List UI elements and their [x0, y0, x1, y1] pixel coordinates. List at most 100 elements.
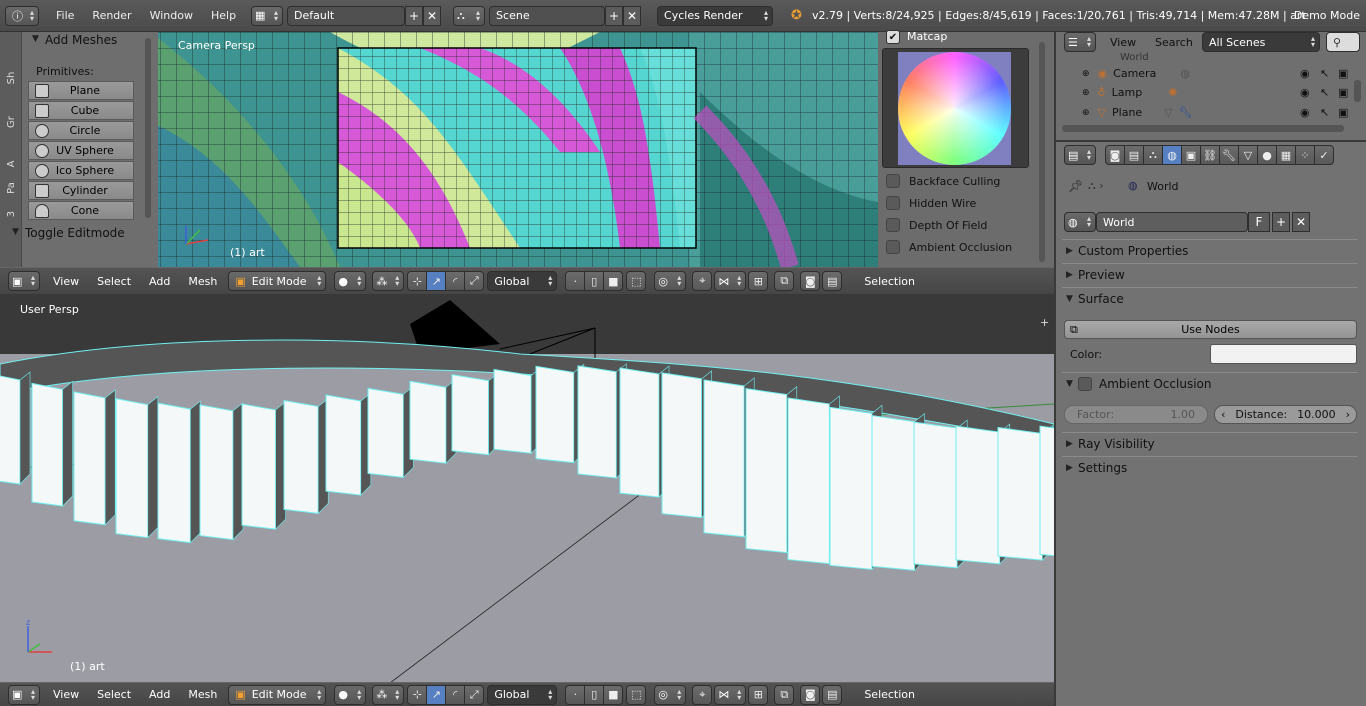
world-name-field[interactable]: World	[1096, 212, 1248, 232]
world-tab-icon[interactable]: ◍	[1162, 145, 1182, 165]
texture-tab-icon[interactable]: ▦	[1276, 145, 1296, 165]
properties-editor-type-button[interactable]: ▤ ▴ ▾	[1064, 145, 1096, 165]
scene-tab-icon[interactable]: ⛬	[1143, 145, 1163, 165]
menu-add[interactable]: Add	[140, 688, 179, 701]
backface-culling-option[interactable]: Backface Culling	[886, 174, 1000, 188]
opengl-render-icon[interactable]: ⧉	[774, 271, 795, 291]
remove-layout-icon[interactable]: ✕	[423, 5, 442, 26]
hidden-wire-checkbox[interactable]	[886, 196, 900, 210]
outliner-editor-type-button[interactable]: ☰ ▴ ▾	[1064, 32, 1096, 52]
translate-icon[interactable]: ↗	[426, 271, 447, 291]
menu-file[interactable]: File	[47, 9, 83, 22]
add-plane-button[interactable]: Plane	[28, 81, 134, 100]
viewport-shading-dropdown[interactable]: ● ▴ ▾	[334, 271, 367, 291]
settings-panel[interactable]: ▶ Settings	[1062, 456, 1358, 478]
rotate-icon[interactable]: ◜	[445, 684, 466, 705]
pivot-dropdown[interactable]: ⁂ ▴ ▾	[372, 684, 405, 705]
outliner-menu-search[interactable]: Search	[1155, 36, 1193, 49]
tab-grease[interactable]: Gr	[0, 113, 27, 131]
menu-add[interactable]: Add	[140, 275, 179, 288]
panel-scrollbar[interactable]	[1039, 42, 1045, 262]
add-layout-icon[interactable]: +	[405, 5, 424, 26]
hidden-wire-option[interactable]: Hidden Wire	[886, 196, 976, 210]
snap-target-icon[interactable]: ⊞	[748, 271, 769, 291]
menu-view[interactable]: View	[44, 275, 88, 288]
outliner-menu-view[interactable]: View	[1110, 36, 1136, 49]
new-world-icon[interactable]: +	[1272, 212, 1290, 232]
mode-dropdown[interactable]: ▣ Edit Mode ▴ ▾	[228, 271, 327, 291]
surface-panel[interactable]: ▼ Surface	[1062, 287, 1358, 309]
ambient-occlusion-panel[interactable]: ▼ Ambient Occlusion	[1062, 372, 1358, 394]
vertex-select-icon[interactable]: ·	[565, 684, 586, 705]
add-ico-sphere-button[interactable]: Ico Sphere	[28, 161, 134, 180]
fake-user-button[interactable]: F	[1248, 212, 1270, 232]
outliner-row-plane[interactable]: ⊕ ▽ Plane ▽ 🔧︎ ◉ ↖ ▣	[1082, 103, 1352, 122]
decrement-arrow-icon[interactable]: ‹	[1221, 408, 1225, 421]
increment-arrow-icon[interactable]: ›	[1346, 408, 1350, 421]
edge-select-icon[interactable]: ▯	[584, 684, 605, 705]
add-cone-button[interactable]: Cone	[28, 201, 134, 220]
outliner-search-field[interactable]: ⚲	[1326, 32, 1360, 52]
ambient-occlusion-option[interactable]: Ambient Occlusion	[886, 240, 1012, 254]
preview-panel[interactable]: ▶ Preview	[1062, 263, 1358, 285]
scale-icon[interactable]: ⤢	[464, 271, 485, 291]
face-select-icon[interactable]: ■	[603, 271, 624, 291]
tab-physics[interactable]: Pa	[0, 179, 27, 197]
ambient-occlusion-enable-checkbox[interactable]	[1078, 376, 1092, 391]
editor-type-button[interactable]: ▣ ▴ ▾	[8, 271, 40, 291]
remove-scene-icon[interactable]: ✕	[623, 5, 642, 26]
menu-view[interactable]: View	[44, 688, 88, 701]
add-scene-icon[interactable]: +	[605, 5, 624, 26]
limit-selection-icon[interactable]: ⬚	[626, 271, 647, 291]
snap-element-dropdown[interactable]: ⋈ ▴ ▾	[714, 684, 747, 705]
tab-shading[interactable]: Sh	[0, 69, 27, 87]
render-animation-icon[interactable]: ▤	[822, 271, 843, 291]
add-circle-button[interactable]: Circle	[28, 121, 134, 140]
render-camera-icon[interactable]: ▣	[1338, 67, 1348, 80]
toggle-editmode-header[interactable]: Toggle Editmode	[25, 226, 125, 240]
tab-animation[interactable]: A	[0, 155, 27, 173]
depth-of-field-checkbox[interactable]	[886, 218, 900, 232]
add-cylinder-button[interactable]: Cylinder	[28, 181, 134, 200]
outliner-filter-dropdown[interactable]: All Scenes ▴ ▾	[1202, 32, 1320, 52]
rotate-icon[interactable]: ◜	[445, 271, 466, 291]
ray-visibility-panel[interactable]: ▶ Ray Visibility	[1062, 432, 1358, 454]
visibility-eye-icon[interactable]: ◉	[1300, 67, 1310, 80]
opengl-render-icon[interactable]: ⧉	[774, 684, 795, 705]
render-engine-dropdown[interactable]: Cycles Render ▴ ▾	[657, 5, 774, 26]
snap-target-icon[interactable]: ⊞	[748, 684, 769, 705]
manipulator-toggle-icon[interactable]: ⊹	[407, 271, 428, 291]
orientation-dropdown[interactable]: Global ▴ ▾	[487, 271, 558, 291]
screen-layout-button[interactable]: ▦ ▴ ▾	[251, 5, 284, 26]
outliner-row-world[interactable]: World	[1120, 52, 1149, 60]
modifiers-tab-icon[interactable]: 🔧︎	[1219, 145, 1239, 165]
visibility-eye-icon[interactable]: ◉	[1300, 86, 1310, 99]
scene-selector-button[interactable]: ⛬ ▴ ▾	[453, 5, 486, 26]
menu-select[interactable]: Select	[88, 688, 140, 701]
expand-icon[interactable]: ⊕	[1082, 69, 1090, 79]
constraints-tab-icon[interactable]: ⛓	[1200, 145, 1220, 165]
editor-type-info-button[interactable]: ⓘ ▴ ▾	[5, 5, 39, 26]
matcap-checkbox[interactable]: ✔	[886, 30, 900, 44]
orientation-dropdown[interactable]: Global ▴ ▾	[487, 684, 558, 705]
menu-help[interactable]: Help	[202, 9, 245, 22]
scene-field[interactable]: Scene	[489, 5, 606, 26]
editor-type-button[interactable]: ▣ ▴ ▾	[8, 684, 40, 705]
proportional-edit-dropdown[interactable]: ◎ ▴ ▾	[654, 271, 687, 291]
ambient-occlusion-checkbox[interactable]	[886, 240, 900, 254]
menu-select[interactable]: Select	[88, 275, 140, 288]
mode-dropdown[interactable]: ▣ Edit Mode ▴ ▾	[228, 684, 327, 705]
tab-three[interactable]: 3	[0, 205, 27, 223]
manipulator-toggle-icon[interactable]: ⊹	[407, 684, 428, 705]
world-color-swatch[interactable]	[1210, 344, 1357, 364]
expand-panel-icon[interactable]: +	[1040, 316, 1049, 329]
render-image-icon[interactable]: ◙	[800, 271, 821, 291]
expand-icon[interactable]: ⊕	[1082, 88, 1090, 98]
snap-icon[interactable]: ⌖	[692, 684, 713, 705]
ao-factor-field[interactable]: Factor: 1.00	[1064, 405, 1208, 424]
backface-culling-checkbox[interactable]	[886, 174, 900, 188]
select-arrow-icon[interactable]: ↖	[1320, 106, 1329, 119]
snap-icon[interactable]: ⌖	[692, 271, 713, 291]
physics-tab-icon[interactable]: ✓	[1314, 145, 1334, 165]
render-camera-icon[interactable]: ▣	[1338, 106, 1348, 119]
